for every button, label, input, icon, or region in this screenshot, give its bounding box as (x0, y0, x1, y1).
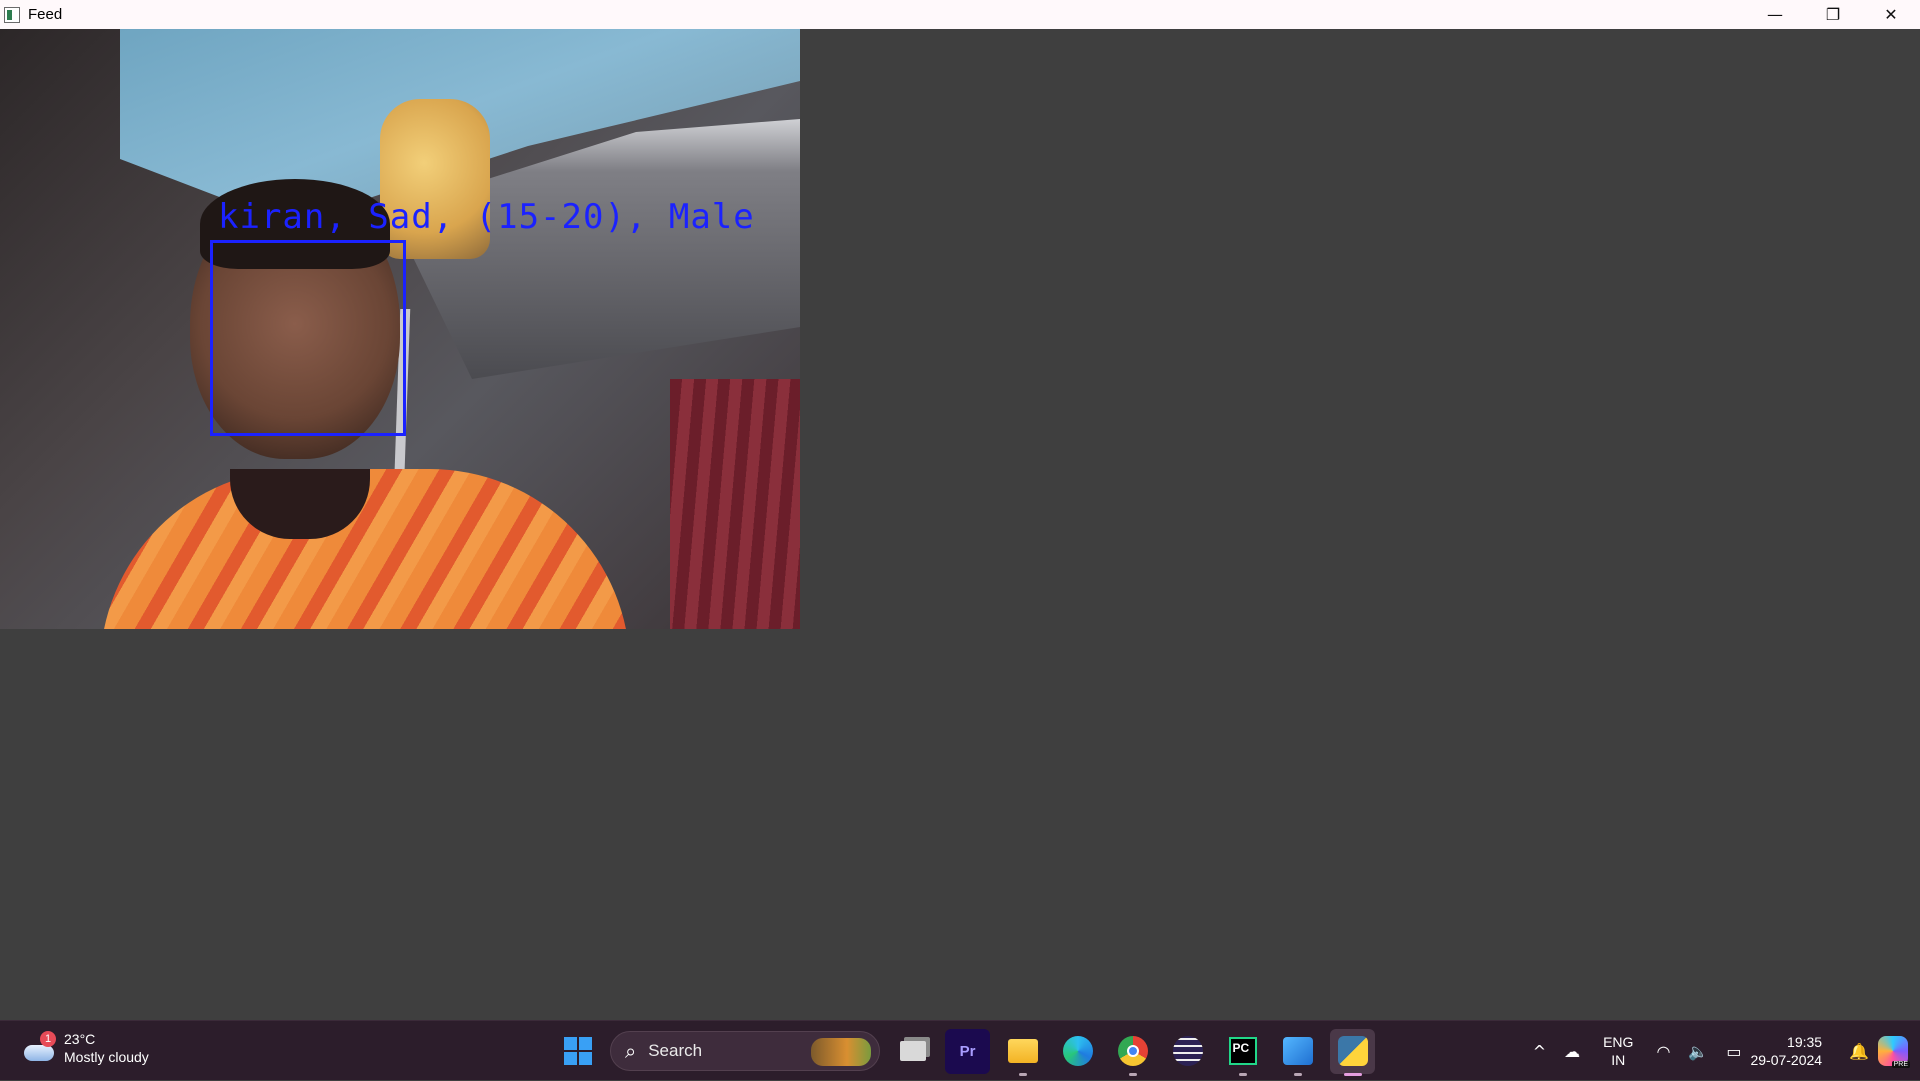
app-icon (4, 6, 20, 23)
close-button[interactable]: ✕ (1862, 0, 1920, 29)
task-view-icon (899, 1041, 926, 1061)
weather-condition: Mostly cloudy (64, 1049, 149, 1065)
wifi-icon[interactable]: ◠ (1656, 1042, 1670, 1061)
system-tray: ^ ☁ ENG IN ◠ 🔈 ▭ 19:35 29-07-2024 🔔 (1524, 1021, 1920, 1081)
python-icon (1337, 1036, 1368, 1066)
pycharm-icon: PC (1228, 1037, 1257, 1065)
notification-badge: 1 (40, 1031, 56, 1047)
eclipse-icon (1172, 1036, 1203, 1066)
search-label: Search (648, 1041, 703, 1060)
clock-time: 19:35 (1787, 1034, 1823, 1050)
folder-icon (1007, 1039, 1038, 1063)
volume-icon[interactable]: 🔈 (1688, 1042, 1708, 1061)
taskbar-search-box[interactable]: ⌕ Search (610, 1031, 880, 1071)
camera-feed: kiran, Sad, (15-20), Male (0, 29, 800, 629)
restore-button[interactable]: ❐ (1804, 0, 1862, 29)
taskbar: 1 23°C Mostly cloudy ⌕ Search Pr PC ^ ☁ … (0, 1020, 1920, 1080)
running-indicator (1128, 1072, 1137, 1076)
language-indicator[interactable]: ENG IN (1603, 1033, 1633, 1069)
minimize-button[interactable]: — (1746, 0, 1804, 29)
face-detection-label: kiran, Sad, (15-20), Male (218, 197, 755, 237)
photos-button[interactable] (1275, 1029, 1320, 1076)
cloudy-weather-icon: 1 (22, 1031, 56, 1065)
show-hidden-icons-chevron-icon[interactable]: ^ (1533, 1042, 1546, 1061)
premiere-pro-icon: Pr (959, 1042, 976, 1060)
face-detection-box (210, 240, 406, 436)
onedrive-offline-icon[interactable]: ☁ (1564, 1042, 1580, 1061)
start-button[interactable] (555, 1029, 600, 1074)
search-icon: ⌕ (625, 1039, 637, 1063)
language-code: ENG (1603, 1034, 1634, 1050)
eclipse-button[interactable] (1165, 1029, 1210, 1074)
windows-logo-icon (563, 1037, 592, 1065)
running-indicator (1293, 1072, 1302, 1076)
notification-bell-icon[interactable]: 🔔 (1849, 1042, 1869, 1061)
language-region: IN (1611, 1052, 1626, 1068)
weather-temperature: 23°C (64, 1031, 96, 1047)
pycharm-button[interactable]: PC (1220, 1029, 1265, 1076)
clock[interactable]: 19:35 29-07-2024 (1750, 1033, 1822, 1069)
edge-button[interactable] (1055, 1029, 1100, 1074)
chrome-button[interactable] (1110, 1029, 1155, 1076)
title-bar: Feed — ❐ ✕ (0, 0, 1920, 29)
chrome-icon (1117, 1036, 1148, 1066)
task-view-button[interactable] (890, 1029, 935, 1074)
photos-icon (1282, 1037, 1313, 1065)
battery-icon[interactable]: ▭ (1726, 1042, 1741, 1061)
window-controls: — ❐ ✕ (1746, 0, 1920, 29)
feed-curtain (670, 379, 800, 629)
search-highlight-image (811, 1038, 871, 1066)
premiere-pro-button[interactable]: Pr (945, 1028, 990, 1074)
weather-widget[interactable]: 1 23°C Mostly cloudy (22, 1030, 149, 1066)
python-feed-button[interactable] (1330, 1028, 1375, 1076)
file-explorer-button[interactable] (1000, 1029, 1045, 1076)
running-indicator (1018, 1072, 1027, 1076)
copilot-icon[interactable] (1878, 1036, 1910, 1068)
active-indicator (1343, 1072, 1362, 1076)
taskbar-apps: ⌕ Search Pr PC (555, 1028, 1375, 1076)
clock-date: 29-07-2024 (1750, 1052, 1823, 1068)
running-indicator (1238, 1072, 1247, 1076)
window-title: Feed (28, 6, 63, 23)
edge-icon (1062, 1036, 1093, 1066)
